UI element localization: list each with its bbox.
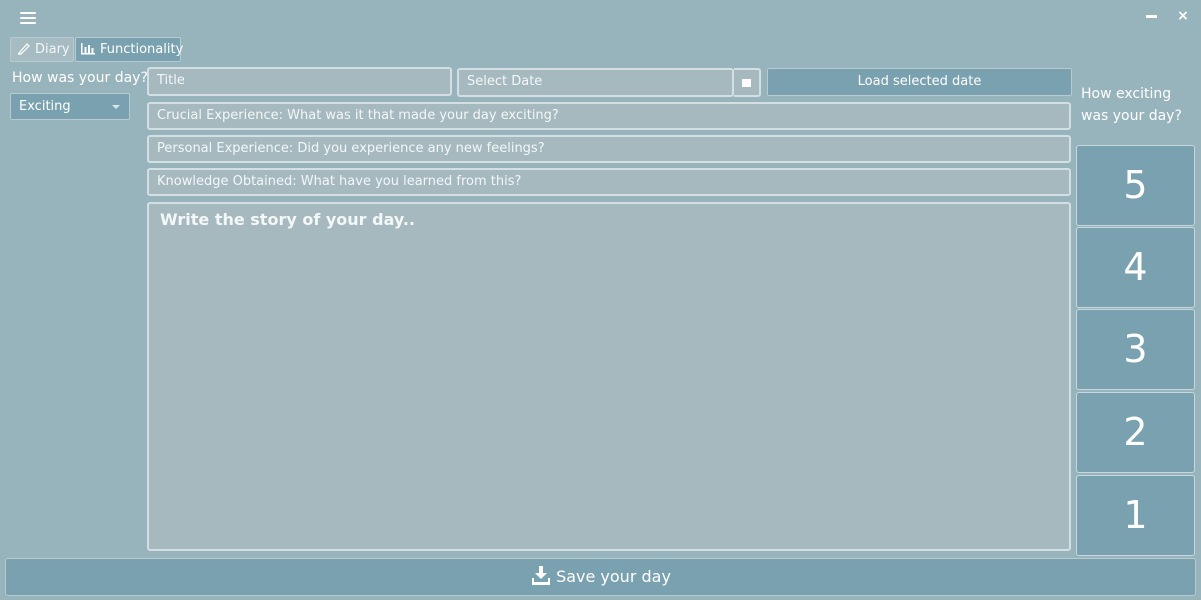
calendar-button[interactable] [734, 68, 761, 97]
save-button-label: Save your day [556, 567, 671, 586]
mood-selected-value: Exciting [19, 99, 71, 114]
knowledge-obtained-input[interactable]: Knowledge Obtained: What have you learne… [147, 168, 1071, 196]
crucial-experience-input[interactable]: Crucial Experience: What was it that mad… [147, 102, 1071, 130]
calendar-icon [742, 79, 751, 87]
rating-2-button[interactable]: 2 [1076, 392, 1195, 473]
close-icon[interactable]: × [1176, 7, 1190, 25]
date-input[interactable]: Select Date [457, 68, 734, 97]
excitement-question-label: How exciting was your day? [1081, 86, 1182, 124]
mood-question-label: How was your day? [12, 70, 148, 86]
rating-3-button[interactable]: 3 [1076, 309, 1195, 390]
tab-label: Functionality [100, 42, 184, 57]
rating-4-button[interactable]: 4 [1076, 227, 1195, 308]
hamburger-menu-button[interactable] [18, 9, 38, 25]
bar-chart-icon [81, 43, 95, 55]
pen-icon [18, 43, 30, 55]
save-day-button[interactable]: Save your day [5, 558, 1196, 596]
minimize-icon[interactable] [1146, 15, 1157, 18]
rating-5-button[interactable]: 5 [1076, 145, 1195, 226]
mood-dropdown[interactable]: Exciting [10, 93, 130, 120]
personal-experience-input[interactable]: Personal Experience: Did you experience … [147, 135, 1071, 163]
hamburger-icon [20, 12, 36, 14]
load-selected-date-button[interactable]: Load selected date [767, 68, 1072, 96]
tab-label: Diary [35, 42, 70, 57]
rating-1-button[interactable]: 1 [1076, 475, 1195, 556]
hamburger-icon-line [20, 17, 36, 19]
story-placeholder: Write the story of your day.. [160, 210, 415, 229]
download-icon [532, 566, 551, 585]
title-input[interactable]: Title [147, 67, 452, 96]
story-textarea[interactable]: Write the story of your day.. [147, 202, 1071, 551]
tab-diary[interactable]: Diary [10, 37, 74, 62]
tab-functionality[interactable]: Functionality [75, 37, 184, 62]
caret-down-icon [112, 105, 120, 109]
hamburger-icon-line [20, 22, 36, 24]
